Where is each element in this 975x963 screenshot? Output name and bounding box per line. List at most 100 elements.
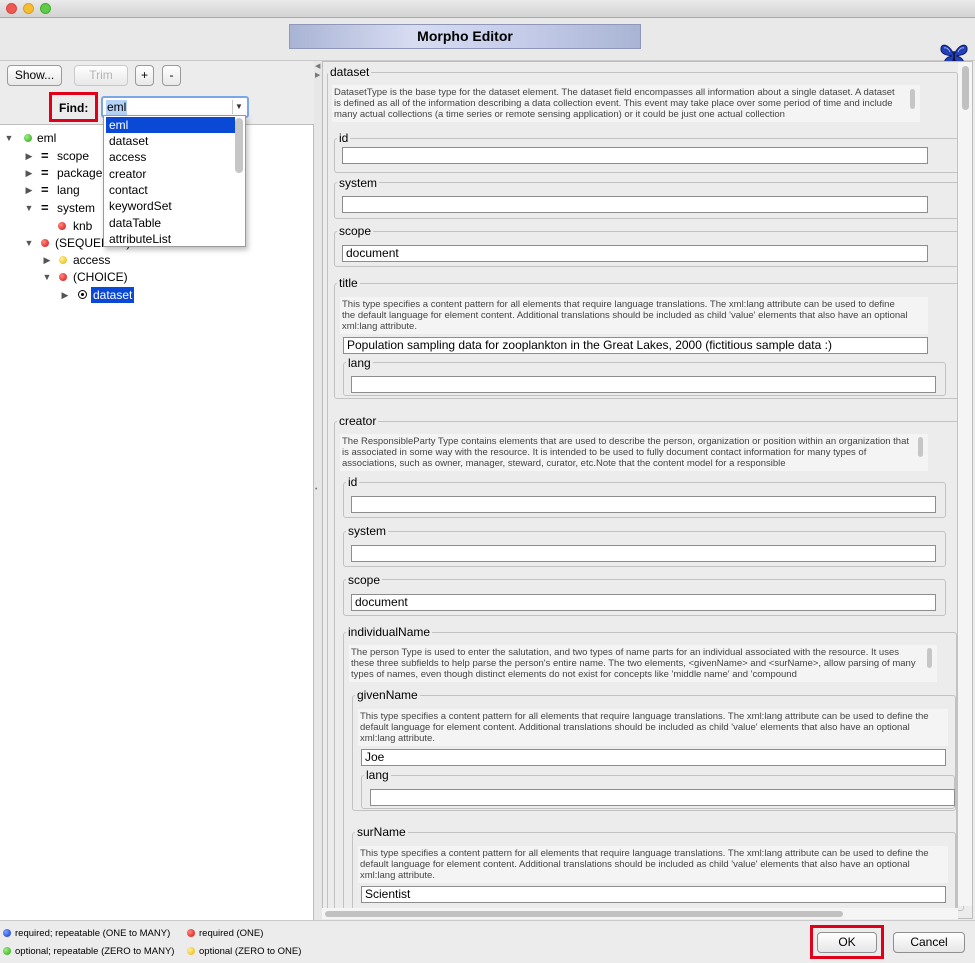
- find-label: Find:: [59, 101, 89, 115]
- splitter-handle-icon: •: [315, 486, 318, 493]
- givenname-legend: givenName: [355, 688, 420, 702]
- tree-node-label: scope: [57, 149, 90, 163]
- find-dropdown-list[interactable]: eml dataset access creator contact keywo…: [103, 115, 246, 247]
- individualname-legend: individualName: [346, 625, 433, 639]
- givenname-lang-input[interactable]: [370, 789, 955, 806]
- dataset-description: DatasetType is the base type for the dat…: [332, 85, 920, 122]
- creator-system-input[interactable]: [351, 545, 936, 562]
- minimize-window-button[interactable]: [23, 3, 34, 14]
- chevron-down-icon[interactable]: ▼: [232, 100, 245, 114]
- expanded-triangle-icon[interactable]: ▼: [24, 200, 34, 216]
- collapse-left-arrow-icon[interactable]: ◀: [315, 62, 320, 70]
- show-button[interactable]: Show...: [7, 65, 62, 86]
- window-title: Morpho Editor: [289, 24, 641, 49]
- expanded-triangle-icon[interactable]: ▼: [24, 235, 34, 251]
- collapsed-triangle-icon[interactable]: ▶: [24, 148, 34, 164]
- dropdown-option-access[interactable]: access: [106, 149, 235, 165]
- red-dot-icon: [187, 929, 195, 937]
- individualname-description-scrollbar[interactable]: [927, 648, 932, 668]
- dropdown-option-keywordset[interactable]: keywordSet: [106, 198, 235, 214]
- zoom-window-button[interactable]: [40, 3, 51, 14]
- editor-vertical-scroll-thumb[interactable]: [962, 66, 969, 110]
- yellow-dot-icon: [187, 947, 195, 955]
- creator-description: The ResponsibleParty Type contains eleme…: [340, 434, 928, 471]
- editor-horizontal-scroll-thumb[interactable]: [325, 911, 843, 917]
- editor-vertical-scrollbar[interactable]: [958, 62, 972, 906]
- remove-node-button[interactable]: -: [162, 65, 181, 86]
- cancel-button[interactable]: Cancel: [893, 932, 965, 953]
- dropdown-option-datatable[interactable]: dataTable: [106, 215, 235, 231]
- individualname-description: The person Type is used to enter the sal…: [349, 645, 937, 682]
- id-legend: id: [337, 131, 351, 145]
- legend-red-text: required (ONE): [199, 928, 264, 939]
- creator-description-scrollbar[interactable]: [918, 437, 923, 457]
- red-dot-icon: [58, 222, 66, 230]
- legend-blue-text: required; repeatable (ONE to MANY): [15, 928, 171, 939]
- collapsed-triangle-icon[interactable]: ▶: [24, 165, 34, 181]
- split-pane-divider[interactable]: ◀ ▶ •: [314, 61, 322, 920]
- expand-right-arrow-icon[interactable]: ▶: [315, 71, 320, 79]
- blue-dot-icon: [3, 929, 11, 937]
- close-window-button[interactable]: [6, 3, 17, 14]
- title-legend: title: [337, 276, 360, 290]
- legend-required: required (ONE): [187, 928, 263, 939]
- id-input[interactable]: [342, 147, 928, 164]
- red-dot-icon: [41, 239, 49, 247]
- yellow-dot-icon: [59, 256, 67, 264]
- surname-legend: surName: [355, 825, 408, 839]
- green-dot-icon: [3, 947, 11, 955]
- title-lang-input[interactable]: [351, 376, 936, 393]
- tree-node-label-selected: dataset: [91, 287, 135, 303]
- creator-scope-legend: scope: [346, 573, 383, 587]
- dropdown-option-creator[interactable]: creator: [106, 166, 235, 182]
- legend-required-repeatable: required; repeatable (ONE to MANY): [3, 928, 170, 939]
- creator-scope-input[interactable]: document: [351, 594, 936, 611]
- add-node-button[interactable]: +: [135, 65, 154, 86]
- equals-icon: =: [41, 182, 49, 197]
- collapsed-triangle-icon[interactable]: ▶: [60, 287, 70, 303]
- surname-input[interactable]: Scientist: [361, 886, 946, 903]
- dropdown-option-dataset[interactable]: dataset: [106, 133, 235, 149]
- scope-legend: scope: [337, 224, 374, 238]
- legend-optional: optional (ZERO to ONE): [187, 946, 301, 957]
- ok-button[interactable]: OK: [817, 932, 877, 953]
- givenname-lang-legend: lang: [364, 768, 391, 782]
- tree-node-label: (CHOICE): [73, 270, 128, 284]
- window-titlebar: [0, 0, 975, 18]
- givenname-description: This type specifies a content pattern fo…: [358, 709, 948, 746]
- scope-input[interactable]: document: [342, 245, 928, 262]
- editor-banner: Morpho Editor: [0, 18, 975, 67]
- dropdown-option-contact[interactable]: contact: [106, 182, 235, 198]
- system-legend: system: [337, 176, 380, 190]
- tree-node-label: package: [57, 166, 103, 180]
- legend-green-text: optional; repeatable (ZERO to MANY): [15, 946, 175, 957]
- tree-node-label: access: [73, 253, 111, 267]
- title-input[interactable]: Population sampling data for zooplankton…: [343, 337, 928, 354]
- find-input-value[interactable]: eml: [106, 100, 128, 115]
- red-dot-icon: [59, 273, 67, 281]
- dropdown-option-eml[interactable]: eml: [106, 117, 235, 133]
- dropdown-option-attributelist[interactable]: attributeList: [106, 231, 235, 247]
- collapsed-triangle-icon[interactable]: ▶: [42, 252, 52, 268]
- tree-node-label: lang: [57, 183, 80, 197]
- dropdown-scrollbar[interactable]: [235, 118, 243, 173]
- legend-optional-repeatable: optional; repeatable (ZERO to MANY): [3, 946, 174, 957]
- givenname-input[interactable]: Joe: [361, 749, 946, 766]
- system-input[interactable]: [342, 196, 928, 213]
- creator-system-legend: system: [346, 524, 389, 538]
- trim-button[interactable]: Trim: [74, 65, 128, 86]
- creator-legend: creator: [337, 414, 379, 428]
- creator-id-legend: id: [346, 475, 360, 489]
- radio-selected-icon: [78, 290, 87, 299]
- equals-icon: =: [41, 200, 49, 215]
- collapsed-triangle-icon[interactable]: ▶: [24, 182, 34, 198]
- expanded-triangle-icon[interactable]: ▼: [4, 130, 14, 146]
- surname-description: This type specifies a content pattern fo…: [358, 846, 948, 883]
- expanded-triangle-icon[interactable]: ▼: [42, 269, 52, 285]
- tree-node-label: knb: [73, 219, 93, 233]
- title-description: This type specifies a content pattern fo…: [340, 297, 928, 334]
- dataset-description-scrollbar[interactable]: [910, 89, 915, 109]
- dataset-legend: dataset: [328, 65, 372, 79]
- creator-id-input[interactable]: [351, 496, 936, 513]
- equals-icon: =: [41, 165, 49, 180]
